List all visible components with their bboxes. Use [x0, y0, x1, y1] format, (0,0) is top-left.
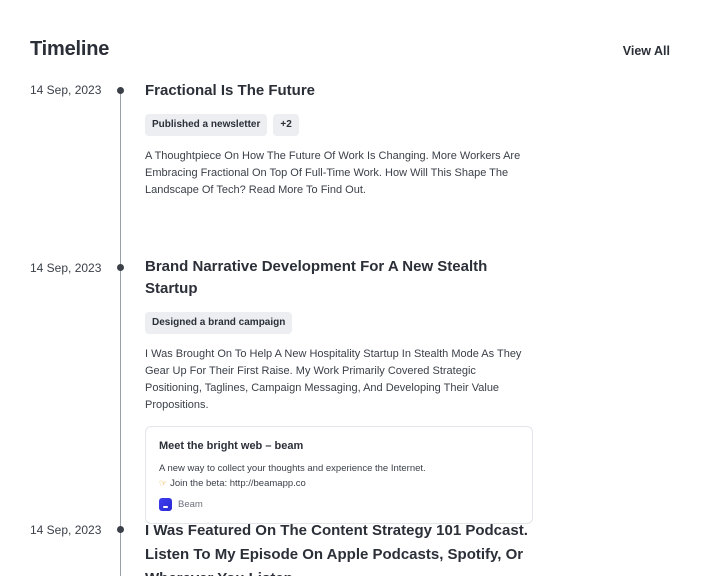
tag-list: Designed a brand campaign — [145, 312, 540, 334]
entry-date: 14 Sep, 2023 — [30, 261, 102, 275]
link-preview-description: A new way to collect your thoughts and e… — [159, 463, 426, 474]
entry-title[interactable]: Brand Narrative Development For A New St… — [145, 256, 540, 300]
entry-title[interactable]: Fractional Is The Future — [145, 80, 540, 102]
timeline-header: Timeline View All — [30, 38, 670, 66]
timeline-dot — [117, 87, 124, 94]
link-preview-cta: ☞ Join the beta: http://beamapp.co — [159, 478, 520, 489]
link-preview-card[interactable]: Meet the bright web – beam A new way to … — [145, 426, 533, 524]
link-preview-cta-text: Join the beta: http://beamapp.co — [170, 478, 306, 489]
page-title: Timeline — [30, 38, 110, 60]
entry-content: Brand Narrative Development For A New St… — [145, 256, 540, 524]
entry-content: Fractional Is The Future Published a new… — [145, 80, 540, 199]
timeline-dot — [117, 526, 124, 533]
entry-description: I Was Brought On To Help A New Hospitali… — [145, 348, 522, 411]
entry-date: 14 Sep, 2023 — [30, 83, 102, 97]
entry-content: I Was Featured On The Content Strategy 1… — [145, 519, 545, 576]
timeline-dot — [117, 264, 124, 271]
tag-list: Published a newsletter +2 — [145, 114, 540, 136]
beam-logo-icon — [159, 498, 172, 511]
link-preview-source: Beam — [159, 498, 520, 511]
entry-title[interactable]: I Was Featured On The Content Strategy 1… — [145, 519, 545, 576]
tag-more-count[interactable]: +2 — [273, 114, 299, 136]
link-preview-source-name: Beam — [178, 499, 203, 510]
tag[interactable]: Designed a brand campaign — [145, 312, 293, 334]
view-all-link[interactable]: View All — [623, 44, 670, 58]
timeline-line — [120, 90, 121, 576]
pointing-hand-icon: ☞ — [159, 478, 168, 488]
entry-description: A Thoughtpiece On How The Future Of Work… — [145, 150, 521, 196]
link-preview-title: Meet the bright web – beam — [159, 440, 304, 452]
tag[interactable]: Published a newsletter — [145, 114, 268, 136]
entry-date: 14 Sep, 2023 — [30, 523, 102, 537]
